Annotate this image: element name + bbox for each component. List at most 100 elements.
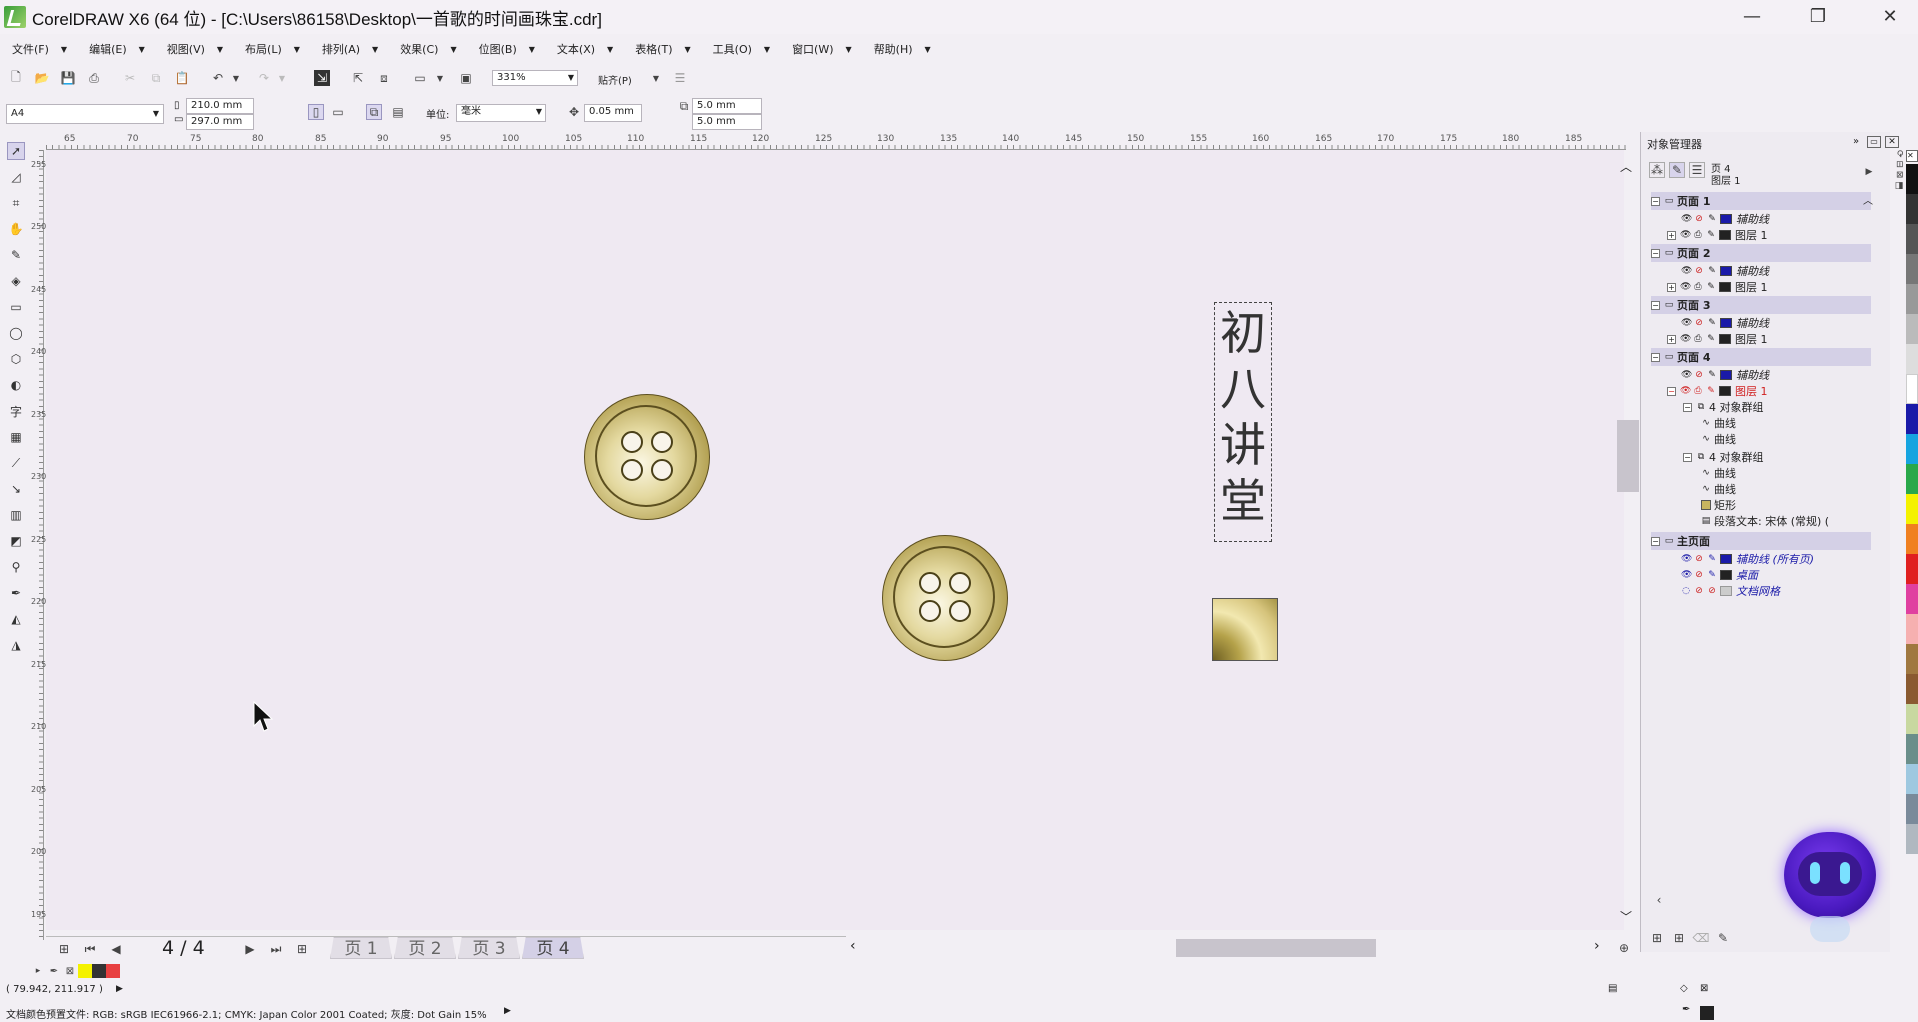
docker-restore-icon[interactable]: ▭ [1867, 136, 1881, 148]
menu-table[interactable]: 表格(T) ▼ [635, 41, 690, 57]
color-swatch[interactable] [1906, 464, 1918, 494]
tree-scroll-up-icon[interactable]: ︿ [1863, 192, 1873, 207]
undo-icon[interactable]: ↶ [210, 70, 226, 86]
color-swatch-yellow[interactable] [78, 964, 92, 978]
tree-layer[interactable]: + 👁 ⎙ ✎ 图层 1 [1651, 226, 1871, 244]
scroll-up-icon[interactable]: ︿ [1620, 158, 1632, 175]
tree-document-grid[interactable]: ◌ ⊘ ⊘ 文档网格 [1651, 582, 1871, 600]
cut-icon[interactable]: ✂ [122, 70, 138, 86]
tree-scroll-left-icon[interactable]: ‹ [1651, 892, 1667, 908]
outline-tool-icon[interactable]: ✒ [7, 584, 25, 602]
shape-tool-icon[interactable]: ◿ [7, 168, 25, 186]
color-swatch[interactable] [1906, 794, 1918, 824]
zoom-level-select[interactable]: 331% ▼ [492, 70, 578, 86]
scroll-left-icon[interactable]: ‹ [850, 938, 856, 954]
color-swatch[interactable] [1906, 644, 1918, 674]
drawing-canvas[interactable] [46, 150, 1624, 930]
scroll-down-icon[interactable]: ﹀ [1620, 908, 1632, 925]
nudge-distance-field[interactable]: 0.05 mm [584, 104, 642, 122]
publish-pdf-icon[interactable]: ⧈ [376, 70, 392, 86]
page-width-field[interactable]: 210.0 mm [186, 98, 254, 114]
page-tab-4[interactable]: 页 4 [522, 937, 584, 959]
gold-button-shape[interactable] [882, 535, 1008, 661]
fill-color-icon[interactable]: ◇ [1680, 983, 1688, 994]
scroll-right-icon[interactable]: › [1594, 938, 1600, 954]
layer-manager-icon[interactable]: ☰ [1689, 162, 1705, 178]
menu-file[interactable]: 文件(F) ▼ [12, 41, 67, 57]
smart-fill-icon[interactable]: ◈ [7, 272, 25, 290]
snap-dropdown-icon[interactable]: ▼ [648, 70, 664, 86]
duplicate-y-field[interactable]: 5.0 mm [692, 114, 762, 130]
new-document-icon[interactable]: 🗋 [8, 70, 24, 86]
menu-text[interactable]: 文本(X) ▼ [557, 41, 613, 57]
color-swatch-black[interactable] [92, 964, 106, 978]
page-height-field[interactable]: 297.0 mm [186, 114, 254, 130]
paste-icon[interactable]: 📋 [174, 70, 190, 86]
close-button[interactable]: ✕ [1862, 0, 1918, 34]
eyedropper-tool-icon[interactable]: ⚲ [7, 558, 25, 576]
polygon-tool-icon[interactable]: ⬡ [7, 350, 25, 368]
tree-layer[interactable]: + 👁 ⎙ ✎ 图层 1 [1651, 330, 1871, 348]
freehand-tool-icon[interactable]: ✎ [7, 246, 25, 264]
connector-tool-icon[interactable]: ↘ [7, 480, 25, 498]
menu-layout[interactable]: 布局(L) ▼ [245, 41, 300, 57]
tree-paragraph-text[interactable]: ▤ 段落文本: 宋体 (常规) ( [1651, 512, 1871, 530]
tree-page-2[interactable]: − ▭ 页面 2 [1651, 244, 1871, 262]
landscape-icon[interactable]: ▭ [330, 104, 346, 120]
print-icon[interactable]: ⎙ [86, 70, 102, 86]
undo-dropdown-icon[interactable]: ▼ [228, 70, 244, 86]
copy-icon[interactable]: ⧉ [148, 70, 164, 86]
fill-tool-icon[interactable]: ◭ [7, 610, 25, 628]
color-swatch[interactable] [1906, 224, 1918, 254]
vertical-ruler[interactable] [30, 150, 44, 940]
portrait-icon[interactable]: ▯ [308, 104, 324, 120]
color-swatch[interactable] [1906, 374, 1918, 404]
restore-button[interactable]: ❐ [1790, 0, 1846, 34]
canvas-horizontal-scrollbar[interactable]: ‹ › [846, 936, 1616, 960]
color-swatch-red[interactable] [106, 964, 120, 978]
all-pages-icon[interactable]: ⧉ [366, 104, 382, 120]
duplicate-x-field[interactable]: 5.0 mm [692, 98, 762, 114]
color-swatch[interactable] [1906, 734, 1918, 764]
snap-to-menu[interactable]: 贴齐(P) [598, 72, 632, 87]
table-tool-icon[interactable]: ▦ [7, 428, 25, 446]
delete-icon[interactable]: ⌫ [1693, 930, 1710, 946]
new-layer-icon[interactable]: ⊞ [1649, 930, 1665, 946]
tree-page-1[interactable]: − ▭ 页面 1 [1651, 192, 1871, 210]
current-page-icon[interactable]: ▤ [390, 104, 406, 120]
last-page-icon[interactable]: ⏭ [268, 941, 284, 957]
color-swatch[interactable] [1906, 704, 1918, 734]
prev-page-icon[interactable]: ◀ [108, 941, 124, 957]
unit-select[interactable]: 毫米 ▼ [456, 104, 546, 122]
color-swatch[interactable] [1906, 404, 1918, 434]
interactive-fill-icon[interactable]: ◮ [7, 636, 25, 654]
welcome-screen-icon[interactable]: ▣ [458, 70, 474, 86]
redo-dropdown-icon[interactable]: ▼ [274, 70, 290, 86]
coord-flyout-icon[interactable]: ▶ [116, 984, 123, 994]
menu-window[interactable]: 窗口(W) ▼ [792, 41, 852, 57]
layer-options-icon[interactable]: ✎ [1715, 930, 1731, 946]
pan-tool-icon[interactable]: ✋ [7, 220, 25, 238]
first-page-icon[interactable]: ⏮ [82, 941, 98, 957]
minimize-button[interactable]: — [1724, 0, 1780, 34]
tree-master-page[interactable]: − ▭ 主页面 [1651, 532, 1871, 550]
zoom-navigator-icon[interactable]: ⊕ [1616, 940, 1632, 956]
color-swatch[interactable] [1906, 254, 1918, 284]
text-tool-icon[interactable]: 字 [7, 402, 25, 420]
dimension-tool-icon[interactable]: ⟋ [7, 454, 25, 472]
page-tab-3[interactable]: 页 3 [458, 937, 520, 959]
redo-icon[interactable]: ↷ [256, 70, 272, 86]
page-tab-1[interactable]: 页 1 [330, 937, 392, 959]
color-swatch[interactable] [1906, 614, 1918, 644]
color-swatch[interactable] [1906, 674, 1918, 704]
color-swatch[interactable] [1906, 194, 1918, 224]
tree-layer[interactable]: + 👁 ⎙ ✎ 图层 1 [1651, 278, 1871, 296]
tree-page-4[interactable]: − ▭ 页面 4 [1651, 348, 1871, 366]
pick-tool-icon[interactable]: ➚ [7, 142, 25, 160]
no-color-swatch[interactable]: ✕ [1906, 150, 1918, 162]
menu-help[interactable]: 帮助(H) ▼ [874, 41, 931, 57]
color-swatch[interactable] [1906, 554, 1918, 584]
page-size-select[interactable]: A4 ▼ [6, 104, 164, 124]
ellipse-tool-icon[interactable]: ◯ [7, 324, 25, 342]
docker-tabs[interactable]: ⟳ ⊟ ⊠ ◨ [1890, 150, 1904, 350]
